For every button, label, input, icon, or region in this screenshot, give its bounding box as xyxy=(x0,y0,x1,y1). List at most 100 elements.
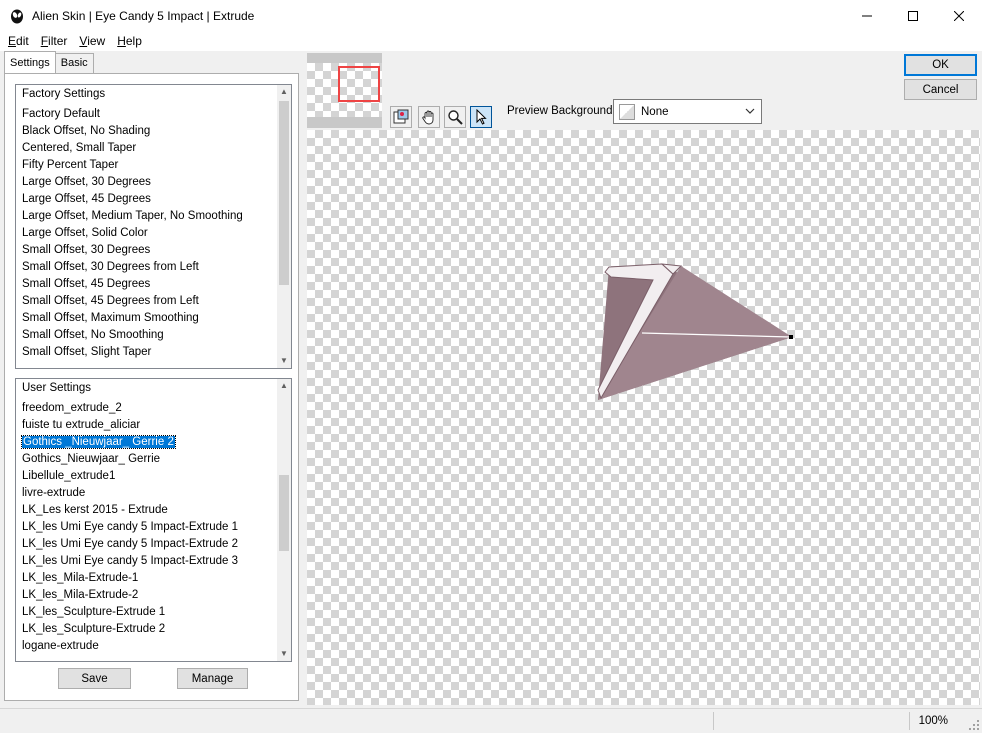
factory-settings-list[interactable]: Factory Settings Factory Default Black Of… xyxy=(15,84,292,369)
minimize-button[interactable] xyxy=(844,0,890,31)
list-item[interactable]: Factory Default xyxy=(16,106,291,123)
factory-list-scrollbar[interactable]: ▲ ▼ xyxy=(277,85,291,368)
list-item[interactable]: Gothics _Nieuwjaar_ Gerrie 2 xyxy=(16,434,291,451)
list-item[interactable]: logane-extrude xyxy=(16,638,291,655)
menu-filter-accel: F xyxy=(40,34,49,48)
list-item[interactable]: LK_les_Mila-Extrude-1 xyxy=(16,570,291,587)
list-item-label: Libellule_extrude1 xyxy=(22,470,116,482)
navigator-thumbnail[interactable] xyxy=(307,53,382,128)
list-item[interactable]: Small Offset, Maximum Smoothing xyxy=(16,310,291,327)
list-item[interactable]: Centered, Small Taper xyxy=(16,140,291,157)
background-swatch-icon xyxy=(619,103,635,120)
list-item-label: Large Offset, Solid Color xyxy=(22,227,148,239)
list-item[interactable]: Small Offset, Slight Taper xyxy=(16,344,291,361)
menu-view[interactable]: View xyxy=(75,34,109,48)
cancel-button[interactable]: Cancel xyxy=(904,79,977,100)
list-item[interactable]: Large Offset, Solid Color xyxy=(16,225,291,242)
menu-view-label: iew xyxy=(87,34,106,48)
tab-settings[interactable]: Settings xyxy=(4,51,56,73)
list-item-label: Large Offset, 45 Degrees xyxy=(22,193,151,205)
preview-canvas[interactable] xyxy=(307,130,980,705)
user-settings-header: User Settings xyxy=(22,382,92,394)
direction-handle[interactable] xyxy=(789,335,793,339)
list-item[interactable]: livre-extrude xyxy=(16,485,291,502)
preview-background-label: Preview Background: xyxy=(507,105,616,117)
preview-background-value: None xyxy=(641,105,669,118)
list-item-label: LK_les_Sculpture-Extrude 2 xyxy=(22,623,166,635)
list-item[interactable]: Small Offset, 30 Degrees from Left xyxy=(16,259,291,276)
zoom-level: 100% xyxy=(918,715,948,727)
list-item[interactable]: Gothics_Nieuwjaar_ Gerrie xyxy=(16,451,291,468)
close-icon xyxy=(954,10,964,21)
resize-grip-icon[interactable] xyxy=(968,719,980,731)
list-item-label: Factory Default xyxy=(22,108,100,120)
zoom-tool-button[interactable] xyxy=(444,106,466,128)
save-button[interactable]: Save xyxy=(58,668,131,689)
list-item[interactable]: Small Offset, 45 Degrees xyxy=(16,276,291,293)
navigator-tool-button[interactable] xyxy=(390,106,412,128)
navigator-icon xyxy=(393,109,409,124)
tab-basic[interactable]: Basic xyxy=(54,53,94,73)
select-arrow-icon xyxy=(476,109,487,125)
maximize-button[interactable] xyxy=(890,0,936,31)
scroll-down-arrow-icon[interactable]: ▼ xyxy=(277,354,291,368)
menu-bar: Edit Filter View Help xyxy=(0,31,982,51)
title-bar: Alien Skin | Eye Candy 5 Impact | Extrud… xyxy=(0,0,982,31)
list-item[interactable]: Large Offset, Medium Taper, No Smoothing xyxy=(16,208,291,225)
list-item-label: Small Offset, 45 Degrees from Left xyxy=(22,295,199,307)
list-item[interactable]: Small Offset, No Smoothing xyxy=(16,327,291,344)
list-item[interactable]: LK_les_Mila-Extrude-2 xyxy=(16,587,291,604)
list-item-label: Small Offset, Slight Taper xyxy=(22,346,152,358)
hand-icon xyxy=(422,110,434,125)
list-item[interactable]: Small Offset, 45 Degrees from Left xyxy=(16,293,291,310)
list-item-label: Large Offset, Medium Taper, No Smoothing xyxy=(22,210,243,222)
hand-tool-button[interactable] xyxy=(418,106,440,128)
menu-filter[interactable]: Filter xyxy=(37,34,72,48)
scroll-down-arrow-icon[interactable]: ▼ xyxy=(277,647,291,661)
scroll-thumb[interactable] xyxy=(279,475,289,551)
scroll-up-arrow-icon[interactable]: ▲ xyxy=(277,379,291,393)
list-item-label: logane-extrude xyxy=(22,640,99,652)
menu-help[interactable]: Help xyxy=(113,34,146,48)
list-item-label: Gothics_Nieuwjaar_ Gerrie xyxy=(22,453,161,465)
menu-edit-label: dit xyxy=(16,34,29,48)
navigator-view-rect[interactable] xyxy=(338,66,380,102)
list-item[interactable]: LK_Les kerst 2015 - Extrude xyxy=(16,502,291,519)
user-list-scrollbar[interactable]: ▲ ▼ xyxy=(277,379,291,661)
window-title: Alien Skin | Eye Candy 5 Impact | Extrud… xyxy=(32,8,255,23)
menu-filter-label: ilter xyxy=(48,34,68,48)
menu-help-label: elp xyxy=(125,34,142,48)
list-item[interactable]: Libellule_extrude1 xyxy=(16,468,291,485)
list-item[interactable]: LK_les Umi Eye candy 5 Impact-Extrude 3 xyxy=(16,553,291,570)
list-item[interactable]: LK_les_Sculpture-Extrude 1 xyxy=(16,604,291,621)
list-item[interactable]: freedom_extrude_2 xyxy=(16,400,291,417)
list-item[interactable]: Fifty Percent Taper xyxy=(16,157,291,174)
list-item-label: Fifty Percent Taper xyxy=(22,159,119,171)
list-item-label: LK_les Umi Eye candy 5 Impact-Extrude 3 xyxy=(22,555,239,567)
scroll-up-arrow-icon[interactable]: ▲ xyxy=(277,85,291,99)
settings-panel: Factory Settings Factory Default Black Of… xyxy=(4,73,299,701)
list-item[interactable]: Large Offset, 30 Degrees xyxy=(16,174,291,191)
menu-edit[interactable]: Edit xyxy=(4,34,33,48)
list-item[interactable]: LK_les Umi Eye candy 5 Impact-Extrude 1 xyxy=(16,519,291,536)
ok-button[interactable]: OK xyxy=(904,54,977,76)
list-item[interactable]: LK_les Umi Eye candy 5 Impact-Extrude 2 xyxy=(16,536,291,553)
list-item-label: LK_les Umi Eye candy 5 Impact-Extrude 2 xyxy=(22,538,239,550)
scroll-thumb[interactable] xyxy=(279,101,289,285)
select-tool-button[interactable] xyxy=(470,106,492,128)
list-item-label: LK_les_Mila-Extrude-2 xyxy=(22,589,139,601)
list-item[interactable]: fuiste tu extrude_aliciar xyxy=(16,417,291,434)
preview-background-dropdown[interactable]: None xyxy=(613,99,762,124)
close-button[interactable] xyxy=(936,0,982,31)
maximize-icon xyxy=(908,10,918,21)
status-bar: 100% xyxy=(0,708,982,733)
list-item[interactable]: Black Offset, No Shading xyxy=(16,123,291,140)
manage-button[interactable]: Manage xyxy=(177,668,248,689)
user-settings-list[interactable]: User Settings freedom_extrude_2 fuiste tu… xyxy=(15,378,292,662)
list-item-label: Large Offset, 30 Degrees xyxy=(22,176,151,188)
list-item[interactable]: LK_les_Sculpture-Extrude 2 xyxy=(16,621,291,638)
list-item[interactable]: Small Offset, 30 Degrees xyxy=(16,242,291,259)
status-separator xyxy=(713,712,714,730)
list-item-label: Centered, Small Taper xyxy=(22,142,137,154)
list-item[interactable]: Large Offset, 45 Degrees xyxy=(16,191,291,208)
